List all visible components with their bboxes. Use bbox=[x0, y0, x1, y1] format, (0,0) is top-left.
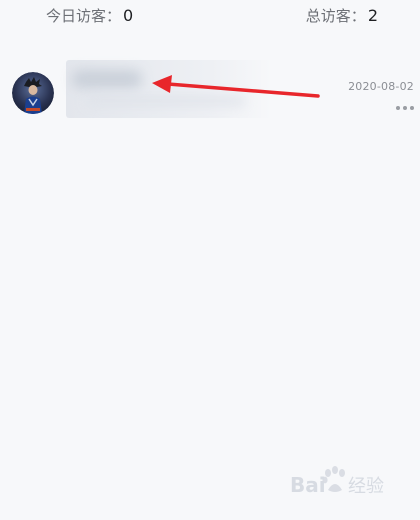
today-visitors-label: 今日访客： bbox=[46, 7, 122, 25]
visitor-avatar[interactable] bbox=[12, 72, 54, 114]
total-visitors-count: 2 bbox=[367, 6, 378, 25]
watermark-logo: Bai 经验 bbox=[288, 462, 408, 502]
total-visitors-label: 总访客： bbox=[305, 7, 366, 25]
svg-text:经验: 经验 bbox=[348, 476, 384, 497]
visitor-list-item[interactable]: 2020-08-02 bbox=[0, 58, 420, 122]
svg-text:Bai: Bai bbox=[290, 473, 326, 497]
visitor-name-blurred bbox=[66, 60, 272, 118]
visit-date: 2020-08-02 bbox=[348, 80, 414, 93]
more-dots-icon[interactable] bbox=[396, 104, 414, 112]
today-visitors: 今日访客： 0 bbox=[46, 6, 133, 26]
total-visitors: 总访客： 2 bbox=[306, 6, 378, 26]
today-visitors-count: 0 bbox=[123, 6, 134, 25]
visitor-stats-bar: 今日访客： 0 总访客： 2 bbox=[0, 0, 420, 32]
